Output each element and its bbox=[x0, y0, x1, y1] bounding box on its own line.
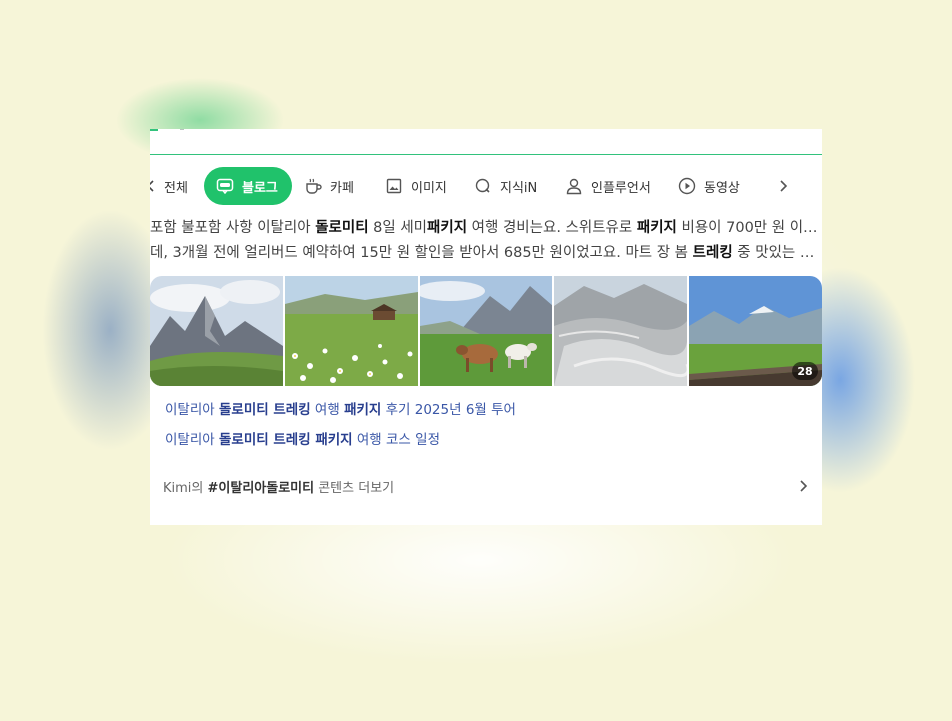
tab-label: 전체 bbox=[164, 180, 188, 196]
related-searches: 이탈리아 돌로미티 트레킹 여행 패키지 후기 2025년 6월 투어 이탈리아… bbox=[165, 397, 516, 457]
photo-strip: 28 bbox=[150, 276, 822, 386]
kin-icon bbox=[474, 177, 492, 195]
related-link[interactable]: 이탈리아 돌로미티 트레킹 여행 패키지 후기 2025년 6월 투어 bbox=[165, 397, 516, 427]
post-snippet[interactable]: 포함 불포함 사항 이탈리아 돌로미티 8일 세미패키지 여행 경비는요. 스위… bbox=[150, 216, 822, 266]
cafe-icon bbox=[304, 177, 322, 195]
tab-image[interactable]: 이미지 bbox=[385, 167, 447, 205]
chevron-right-icon bbox=[780, 180, 788, 192]
tab-influencer[interactable]: 인플루언서 bbox=[565, 167, 651, 205]
chevron-right-icon bbox=[800, 480, 808, 492]
more-content-link[interactable]: Kimi의 #이탈리아돌로미티 콘텐츠 더보기 bbox=[150, 472, 822, 500]
photo-thumbnail[interactable] bbox=[284, 276, 418, 386]
photo-thumbnail[interactable] bbox=[150, 276, 283, 386]
search-underline-fragment bbox=[180, 129, 184, 130]
tab-kin[interactable]: 지식iN bbox=[474, 167, 537, 205]
blog-icon bbox=[216, 177, 234, 195]
image-icon bbox=[385, 177, 403, 195]
snippet-line-2: 데, 3개월 전에 얼리버드 예약하여 15만 원 할인을 받아서 685만 원… bbox=[150, 245, 818, 261]
related-link[interactable]: 이탈리아 돌로미티 트레킹 패키지 여행 코스 일정 bbox=[165, 427, 516, 457]
tab-blog[interactable]: 블로그 bbox=[204, 167, 292, 205]
search-underline-accent bbox=[150, 129, 158, 131]
person-icon bbox=[565, 177, 583, 195]
tab-label: 지식iN bbox=[500, 180, 538, 196]
tab-label: 동영상 bbox=[704, 180, 740, 196]
tab-label: 블로그 bbox=[242, 180, 278, 196]
photo-count-badge: 28 bbox=[791, 362, 818, 380]
more-content-label: Kimi의 #이탈리아돌로미티 콘텐츠 더보기 bbox=[163, 480, 395, 496]
photo-thumbnail[interactable] bbox=[419, 276, 553, 386]
snippet-line-1: 포함 불포함 사항 이탈리아 돌로미티 8일 세미패키지 여행 경비는요. 스위… bbox=[150, 220, 818, 236]
category-tabs: 전체 블로그 카페 이미지 지식iN 인플루언서 동영상 bbox=[150, 167, 822, 205]
photo-thumbnail[interactable] bbox=[554, 276, 688, 386]
photo-thumbnail-last[interactable]: 28 bbox=[689, 276, 822, 386]
tab-cafe[interactable]: 카페 bbox=[304, 167, 354, 205]
tabs-next-button[interactable] bbox=[774, 177, 792, 195]
chevron-left-icon bbox=[150, 177, 160, 195]
tab-video[interactable]: 동영상 bbox=[678, 167, 740, 205]
tab-label: 카페 bbox=[330, 180, 354, 196]
search-underline bbox=[150, 129, 822, 155]
search-result-card: 전체 블로그 카페 이미지 지식iN 인플루언서 동영상 포함 불포함 사항 이… bbox=[150, 129, 822, 525]
tab-all[interactable]: 전체 bbox=[150, 167, 188, 205]
tab-label: 이미지 bbox=[411, 180, 447, 196]
play-icon bbox=[678, 177, 696, 195]
tab-label: 인플루언서 bbox=[591, 180, 651, 196]
